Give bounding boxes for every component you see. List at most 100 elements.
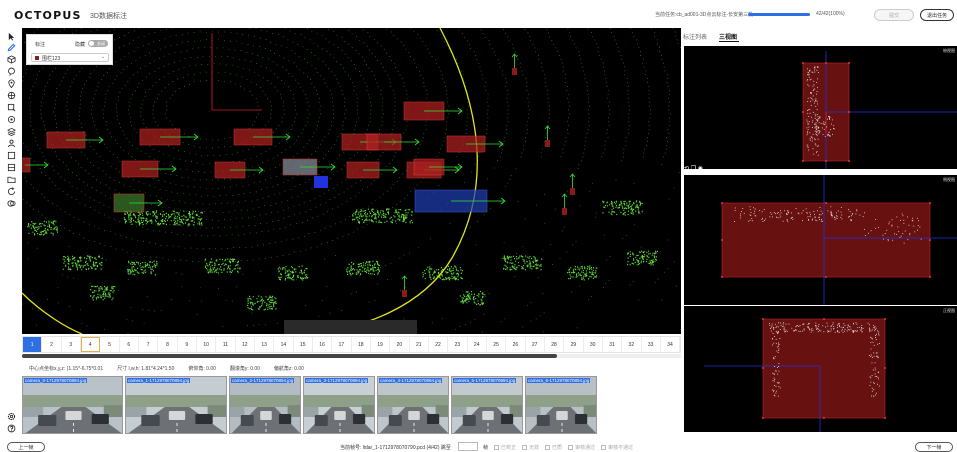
- camera-thumbnail[interactable]: camera_1-1712978070894.jpg: [125, 376, 227, 434]
- side-view[interactable]: 侧视图: [684, 175, 957, 305]
- hide-toggle[interactable]: 关闭: [88, 40, 108, 47]
- frame-item[interactable]: 23: [448, 337, 468, 352]
- camera-thumbnail[interactable]: camera_0-1712978070894.jpg: [22, 376, 123, 434]
- camera-thumbnail[interactable]: camera_4-1712978070894.jpg: [377, 376, 449, 434]
- pedestrian-marker[interactable]: [511, 53, 518, 75]
- eye-icon[interactable]: ◉: [698, 166, 703, 172]
- target-icon[interactable]: [6, 90, 17, 100]
- jump-frame-input[interactable]: [458, 442, 478, 451]
- frame-item[interactable]: 13: [255, 337, 275, 352]
- frame-item[interactable]: 18: [352, 337, 371, 352]
- frame-item[interactable]: 11: [216, 337, 236, 352]
- annotation-box[interactable]: [113, 193, 163, 213]
- pen-icon[interactable]: [6, 42, 17, 52]
- pedestrian-marker[interactable]: [561, 193, 568, 215]
- ring-icon[interactable]: [6, 114, 17, 124]
- annotation-box[interactable]: [403, 101, 463, 121]
- pedestrian-marker[interactable]: [569, 173, 576, 195]
- status-checkbox[interactable]: 已校正: [494, 444, 516, 451]
- frame-item[interactable]: 22: [429, 337, 449, 352]
- frame-item[interactable]: 27: [526, 337, 545, 352]
- checkbox-box[interactable]: [522, 445, 528, 450]
- annotation-box[interactable]: [414, 189, 506, 213]
- frame-item[interactable]: 5: [100, 337, 120, 352]
- pin-icon[interactable]: [6, 78, 17, 88]
- prev-frame-button[interactable]: 上一帧: [7, 442, 45, 452]
- tab-three-views[interactable]: 三视图: [719, 32, 737, 41]
- top-view[interactable]: 俯视图: [684, 46, 957, 169]
- annotation-box[interactable]: [46, 131, 104, 149]
- selected-box-marker[interactable]: [314, 176, 328, 188]
- cube-icon[interactable]: [6, 54, 17, 64]
- frame-item[interactable]: 2: [42, 337, 62, 352]
- next-frame-button[interactable]: 下一帧: [915, 442, 953, 452]
- top-view-canvas[interactable]: [684, 46, 957, 169]
- rotate-icon[interactable]: ⟲: [684, 166, 689, 172]
- checkbox-box[interactable]: [494, 445, 500, 450]
- copy-icon[interactable]: ❐: [691, 166, 696, 172]
- front-view-canvas[interactable]: [684, 306, 957, 432]
- frame-item[interactable]: 4: [80, 337, 101, 352]
- annotation-box[interactable]: [282, 158, 336, 176]
- frame-item[interactable]: 20: [390, 337, 410, 352]
- checkbox-box[interactable]: [545, 445, 551, 450]
- annotation-box[interactable]: [121, 160, 177, 178]
- annotation-box[interactable]: [214, 161, 264, 179]
- frame-item[interactable]: 32: [622, 337, 642, 352]
- cursor-icon[interactable]: [6, 31, 17, 41]
- frame-item[interactable]: 29: [564, 337, 584, 352]
- frame-scrollbar-thumb[interactable]: [22, 354, 557, 358]
- tab-annotation-list[interactable]: 标注列表: [683, 32, 707, 41]
- pointcloud-canvas[interactable]: [22, 28, 681, 334]
- frame-item[interactable]: 14: [274, 337, 294, 352]
- frame-item[interactable]: 34: [661, 337, 681, 352]
- pointcloud-viewport[interactable]: 标注 隐藏 关闭 围栏123 ⌄: [22, 28, 681, 334]
- exit-task-button[interactable]: 退出任务: [920, 9, 954, 21]
- lasso-icon[interactable]: [6, 66, 17, 76]
- view-tool-icons[interactable]: ⟲ ❐ ◉: [684, 165, 703, 172]
- submit-button[interactable]: 提交: [874, 9, 914, 21]
- layers-icon[interactable]: [6, 198, 17, 208]
- class-select[interactable]: 围栏123 ⌄: [31, 53, 109, 62]
- box-select-icon[interactable]: [6, 102, 17, 112]
- annotation-box[interactable]: [233, 128, 291, 146]
- stack-icon[interactable]: [6, 126, 17, 136]
- frame-item[interactable]: 6: [120, 337, 139, 352]
- status-checkbox[interactable]: 无效: [522, 444, 539, 451]
- frame-item[interactable]: 33: [642, 337, 661, 352]
- refresh-icon[interactable]: [6, 186, 17, 196]
- frame-item[interactable]: 15: [294, 337, 313, 352]
- frame-item[interactable]: 31: [603, 337, 623, 352]
- frame-item[interactable]: 26: [506, 337, 526, 352]
- annotation-box[interactable]: [413, 158, 463, 176]
- frame-item[interactable]: 9: [178, 337, 197, 352]
- frame-item[interactable]: 16: [313, 337, 333, 352]
- settings-icon[interactable]: [6, 411, 17, 421]
- status-checkbox[interactable]: 已质: [545, 444, 562, 451]
- checkbox-box[interactable]: [568, 445, 574, 450]
- frame-item[interactable]: 10: [197, 337, 217, 352]
- status-checkbox[interactable]: 审核不通过: [601, 444, 633, 451]
- side-view-canvas[interactable]: [684, 175, 957, 305]
- status-checkbox[interactable]: 审核通过: [568, 444, 595, 451]
- frame-item[interactable]: 1: [23, 337, 43, 352]
- annotation-box[interactable]: [346, 161, 398, 179]
- frame-scrollbar[interactable]: [22, 354, 681, 358]
- frame-item[interactable]: 30: [584, 337, 603, 352]
- camera-thumbnail[interactable]: camera_6-1712978070894.jpg: [525, 376, 597, 434]
- frame-item[interactable]: 25: [487, 337, 507, 352]
- annotation-box[interactable]: [139, 128, 199, 146]
- frame-item[interactable]: 21: [410, 337, 429, 352]
- frame-item[interactable]: 17: [332, 337, 352, 352]
- frame-icon[interactable]: [6, 162, 17, 172]
- frame-item[interactable]: 8: [158, 337, 178, 352]
- frame-item[interactable]: 19: [371, 337, 391, 352]
- camera-thumbnail[interactable]: camera_3-1712978070894.jpg: [303, 376, 375, 434]
- frame-item[interactable]: 3: [62, 337, 81, 352]
- checkbox-box[interactable]: [601, 445, 607, 450]
- folder-icon[interactable]: [6, 174, 17, 184]
- front-view[interactable]: 正视图: [684, 306, 957, 432]
- frame-item[interactable]: 28: [545, 337, 565, 352]
- annotation-box[interactable]: [446, 135, 504, 153]
- camera-thumbnail[interactable]: camera_2-1712978070894.jpg: [229, 376, 301, 434]
